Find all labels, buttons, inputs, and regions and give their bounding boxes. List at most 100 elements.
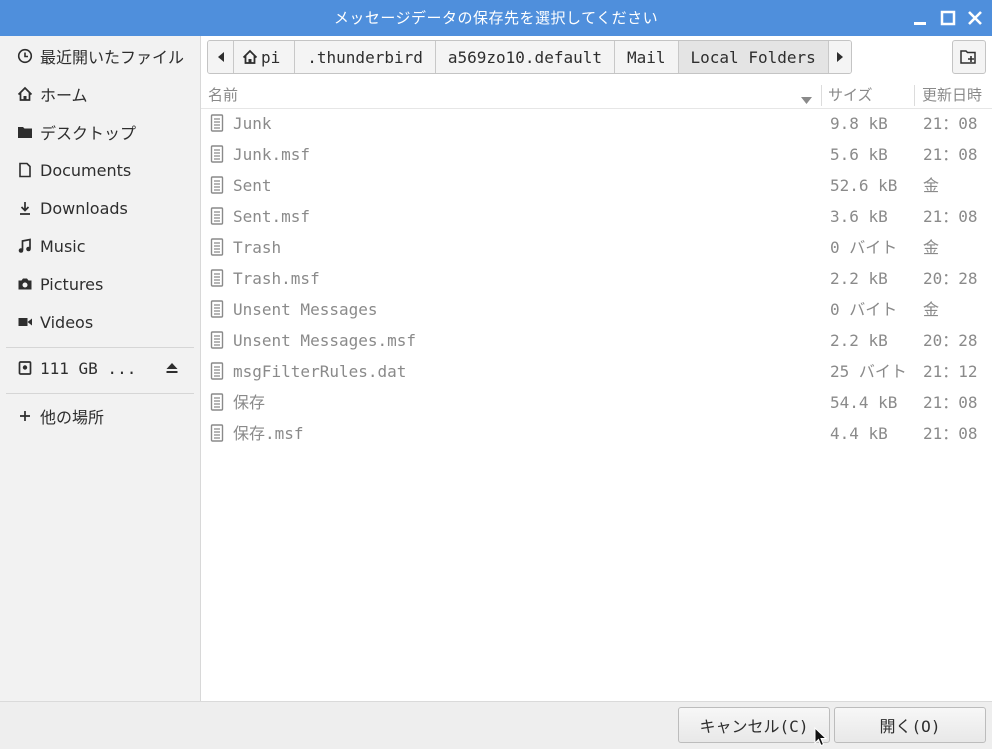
file-row[interactable]: Junk 9.8 kB 21：08: [201, 108, 992, 139]
text-file-icon: [210, 176, 224, 198]
sidebar-item-pictures[interactable]: Pictures: [0, 266, 200, 302]
sidebar-item-label: Pictures: [40, 274, 104, 294]
file-size: 3.6 kB: [830, 207, 888, 226]
file-name: 保存: [233, 393, 266, 412]
new-folder-icon: [960, 49, 978, 65]
sort-descending-icon[interactable]: [801, 91, 812, 109]
breadcrumb-thunderbird[interactable]: .thunderbird: [295, 41, 436, 73]
file-modified: 20：28: [923, 331, 978, 350]
file-size: 2.2 kB: [830, 269, 888, 288]
sidebar-item-label: 最近開いたファイル: [40, 48, 185, 67]
column-header-modified[interactable]: 更新日時: [922, 82, 982, 108]
text-file-icon: [210, 145, 224, 167]
breadcrumb-mail[interactable]: Mail: [614, 41, 679, 73]
sidebar-item-label: 他の場所: [40, 408, 105, 427]
sidebar-item-drive[interactable]: 111 GB ...: [0, 350, 200, 386]
sidebar-item-music[interactable]: Music: [0, 228, 200, 264]
column-header-name[interactable]: 名前: [208, 82, 238, 108]
file-row[interactable]: 保存 54.4 kB 21：08: [201, 387, 992, 418]
sidebar-item-label: Downloads: [40, 198, 128, 218]
window-title: メッセージデータの保存先を選択してください: [333, 9, 659, 27]
file-name: Unsent Messages: [233, 300, 378, 319]
sidebar-item-label: デスクトップ: [40, 124, 137, 143]
sidebar-divider: [6, 393, 194, 394]
breadcrumb-label: pi: [261, 47, 281, 67]
file-modified: 21：08: [923, 393, 978, 412]
sidebar-item-label: Documents: [40, 160, 132, 180]
column-divider: [821, 85, 822, 106]
text-file-icon: [210, 424, 224, 446]
file-row[interactable]: Trash.msf 2.2 kB 20：28: [201, 263, 992, 294]
file-size: 25 バイト: [830, 362, 907, 381]
file-name: Trash: [233, 238, 282, 257]
close-icon[interactable]: [965, 8, 985, 28]
sidebar-item-recent[interactable]: 最近開いたファイル: [0, 38, 200, 74]
sidebar-item-downloads[interactable]: Downloads: [0, 190, 200, 226]
file-modified: 金: [923, 176, 940, 195]
file-size: 0 バイト: [830, 238, 898, 257]
breadcrumb-scroll-left[interactable]: [208, 41, 234, 73]
file-name: msgFilterRules.dat: [233, 362, 407, 381]
home-icon: [16, 85, 34, 103]
open-button[interactable]: 開く(O): [834, 707, 986, 743]
file-name: Junk: [233, 114, 272, 133]
file-modified: 金: [923, 300, 940, 319]
minimize-icon[interactable]: [910, 8, 930, 28]
file-row[interactable]: Sent 52.6 kB 金: [201, 170, 992, 201]
text-file-icon: [210, 300, 224, 322]
column-divider: [914, 85, 915, 106]
cancel-button[interactable]: キャンセル(C): [678, 707, 830, 743]
file-name: Junk.msf: [233, 145, 311, 164]
sidebar-item-home[interactable]: ホーム: [0, 76, 200, 112]
sidebar-item-documents[interactable]: Documents: [0, 152, 200, 188]
text-file-icon: [210, 393, 224, 415]
video-icon: [16, 313, 34, 331]
breadcrumb: pi .thunderbird a569zo10.default Mail Lo…: [207, 40, 852, 74]
eject-icon[interactable]: [164, 360, 180, 380]
file-row[interactable]: 保存.msf 4.4 kB 21：08: [201, 418, 992, 449]
places-sidebar: 最近開いたファイル ホーム デスクトップ Documents Downloads…: [0, 36, 201, 701]
home-icon: [242, 49, 258, 65]
file-name: Sent.msf: [233, 207, 311, 226]
file-size: 2.2 kB: [830, 331, 888, 350]
sidebar-item-label: Music: [40, 236, 86, 256]
text-file-icon: [210, 114, 224, 136]
breadcrumb-scroll-right[interactable]: [828, 41, 851, 73]
file-name: Unsent Messages.msf: [233, 331, 417, 350]
file-modified: 21：08: [923, 424, 978, 443]
sidebar-item-label: Videos: [40, 312, 94, 332]
file-size: 5.6 kB: [830, 145, 888, 164]
file-size: 52.6 kB: [830, 176, 898, 195]
sidebar-item-other-locations[interactable]: 他の場所: [0, 398, 200, 434]
file-row[interactable]: Sent.msf 3.6 kB 21：08: [201, 201, 992, 232]
music-icon: [16, 237, 34, 255]
file-row[interactable]: Junk.msf 5.6 kB 21：08: [201, 139, 992, 170]
camera-icon: [16, 275, 34, 293]
sidebar-divider: [6, 347, 194, 348]
file-name: Sent: [233, 176, 272, 195]
maximize-icon[interactable]: [938, 8, 958, 28]
file-list-header: 名前 サイズ 更新日時: [201, 82, 992, 109]
column-header-size[interactable]: サイズ: [828, 82, 873, 108]
new-folder-button[interactable]: [952, 40, 986, 74]
file-size: 54.4 kB: [830, 393, 898, 412]
breadcrumb-profile[interactable]: a569zo10.default: [435, 41, 615, 73]
file-row[interactable]: Trash 0 バイト 金: [201, 232, 992, 263]
title-bar: メッセージデータの保存先を選択してください: [0, 0, 992, 36]
text-file-icon: [210, 331, 224, 353]
plus-icon: [16, 407, 34, 425]
text-file-icon: [210, 207, 224, 229]
sidebar-item-desktop[interactable]: デスクトップ: [0, 114, 200, 150]
text-file-icon: [210, 269, 224, 291]
file-modified: 21：12: [923, 362, 978, 381]
breadcrumb-home[interactable]: pi: [234, 41, 296, 73]
file-row[interactable]: Unsent Messages 0 バイト 金: [201, 294, 992, 325]
sidebar-item-videos[interactable]: Videos: [0, 304, 200, 340]
file-size: 4.4 kB: [830, 424, 888, 443]
file-modified: 20：28: [923, 269, 978, 288]
sidebar-item-label: ホーム: [40, 86, 88, 105]
file-row[interactable]: Unsent Messages.msf 2.2 kB 20：28: [201, 325, 992, 356]
breadcrumb-local-folders[interactable]: Local Folders: [678, 41, 829, 73]
file-row[interactable]: msgFilterRules.dat 25 バイト 21：12: [201, 356, 992, 387]
clock-icon: [16, 47, 34, 65]
